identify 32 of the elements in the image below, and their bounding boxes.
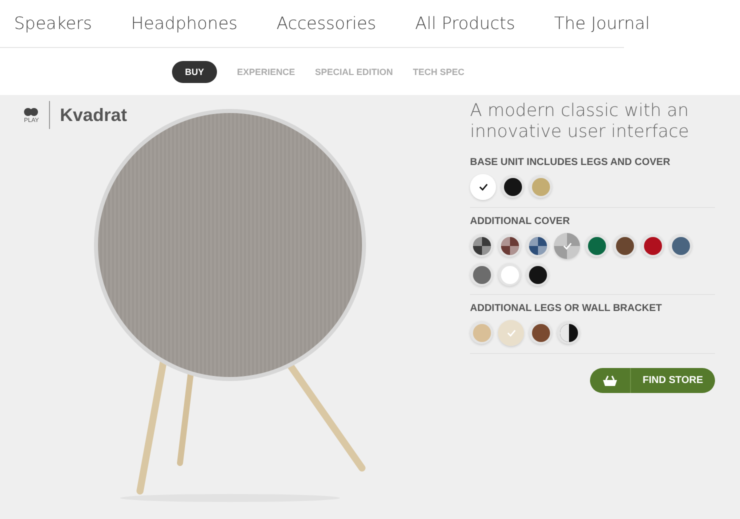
color-swatch[interactable] — [470, 263, 493, 286]
color-swatch[interactable] — [585, 234, 608, 257]
color-swatch[interactable] — [554, 233, 580, 259]
color-swatch[interactable] — [501, 175, 524, 198]
brand-logo: Kvadrat — [60, 104, 127, 126]
brand-mark-icon — [24, 106, 38, 118]
color-swatch[interactable] — [529, 175, 552, 198]
find-store-button[interactable]: FIND STORE — [590, 368, 715, 393]
option-group-title: BASE UNIT INCLUDES LEGS AND COVER — [470, 157, 672, 168]
nav-link[interactable]: Accessories — [276, 14, 376, 34]
color-swatch[interactable] — [526, 234, 549, 257]
color-swatch[interactable] — [641, 234, 664, 257]
color-swatch[interactable] — [470, 174, 496, 200]
color-swatch[interactable] — [557, 321, 580, 344]
section-tab[interactable]: BUY — [172, 60, 218, 82]
basket-icon — [602, 374, 618, 386]
nav-link[interactable]: Speakers — [14, 14, 92, 34]
option-group-title: ADDITIONAL LEGS OR WALL BRACKET — [470, 303, 663, 314]
color-swatch[interactable] — [498, 263, 521, 286]
color-swatch[interactable] — [526, 263, 549, 286]
option-group-title: ADDITIONAL COVER — [470, 216, 571, 227]
color-swatch[interactable] — [498, 320, 524, 346]
nav-link[interactable]: Headphones — [131, 14, 238, 34]
product-tagline: A modern classic with an innovative user interface — [470, 101, 690, 143]
color-swatch[interactable] — [613, 234, 636, 257]
color-swatch[interactable] — [669, 234, 692, 257]
color-swatch[interactable] — [498, 234, 521, 257]
color-swatch[interactable] — [470, 321, 493, 344]
color-swatch[interactable] — [529, 321, 552, 344]
nav-link[interactable]: The Journal — [554, 14, 650, 34]
color-swatch[interactable] — [470, 234, 493, 257]
nav-link[interactable]: All Products — [415, 14, 516, 34]
